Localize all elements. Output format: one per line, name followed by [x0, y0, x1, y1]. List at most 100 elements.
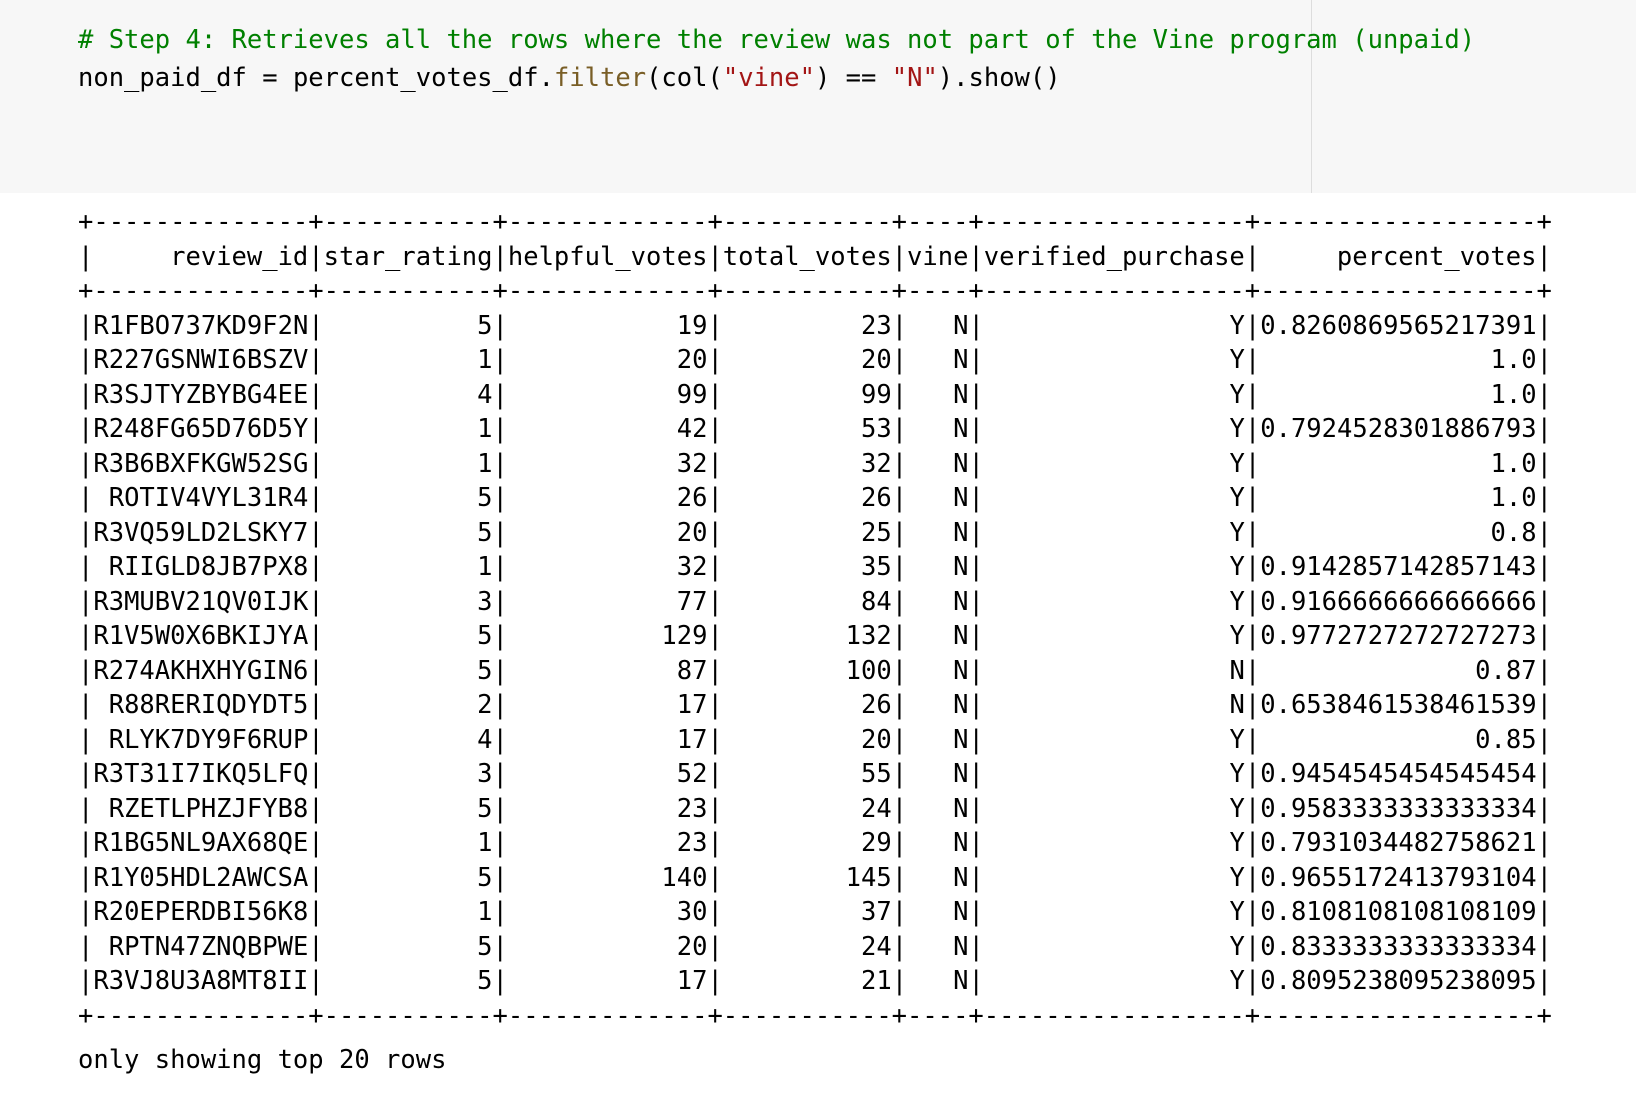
table-cell-star-rating: 1 — [323, 897, 493, 927]
table-cell-star-rating: 3 — [323, 586, 493, 617]
table-row: |R1Y05HDL2AWCSA| 5| 140| 145| N| Y|0.965… — [78, 862, 1552, 893]
table-cell-review-id: R20EPERDBI56K8 — [93, 897, 309, 927]
table-cell-vine: N — [907, 414, 969, 444]
table-cell-percent-votes: 1.0 — [1260, 448, 1537, 479]
table-cell-star-rating: 1 — [323, 552, 493, 582]
table-cell-verified-purchase: Y — [983, 828, 1245, 858]
table-cell-vine: N — [907, 862, 969, 893]
table-cell-star-rating: 5 — [323, 310, 493, 341]
table-row: |R227GSNWI6BSZV| 1| 20| 20| N| Y| 1.0| — [78, 345, 1552, 375]
table-cell-vine: N — [907, 897, 969, 927]
table-cell-vine: N — [907, 828, 969, 858]
table-cell-review-id: R88RERIQDYDT5 — [93, 690, 309, 720]
table-cell-verified-purchase: Y — [983, 862, 1245, 893]
table-cell-percent-votes: 1.0 — [1260, 379, 1537, 410]
table-cell-review-id: RPTN47ZNQBPWE — [93, 931, 309, 962]
table-row: | ROTIV4VYL31R4| 5| 26| 26| N| Y| 1.0| — [78, 483, 1552, 513]
table-cell-review-id: R3VJ8U3A8MT8II — [93, 966, 309, 996]
table-cell-vine: N — [907, 621, 969, 651]
table-row: | RIIGLD8JB7PX8| 1| 32| 35| N| Y|0.91428… — [78, 552, 1552, 582]
table-cell-percent-votes: 0.9583333333333334 — [1260, 793, 1537, 824]
table-cell-vine: N — [907, 379, 969, 410]
table-cell-helpful-votes: 17 — [507, 966, 708, 996]
table-cell-helpful-votes: 17 — [507, 724, 708, 755]
table-row: |R1FBO737KD9F2N| 5| 19| 23| N| Y|0.82608… — [78, 310, 1552, 341]
table-cell-star-rating: 5 — [323, 793, 493, 824]
table-cell-vine: N — [907, 310, 969, 341]
code-method: filter — [553, 63, 647, 93]
code-object: percent_votes_df. — [292, 63, 554, 93]
table-cell-review-id: R3MUBV21QV0IJK — [93, 586, 309, 617]
table-cell-percent-votes: 0.8095238095238095 — [1260, 966, 1537, 996]
table-cell-percent-votes: 0.8108108108108109 — [1260, 897, 1537, 927]
table-cell-vine: N — [907, 345, 969, 375]
table-cell-total-votes: 20 — [722, 724, 892, 755]
table-row: |R1V5W0X6BKIJYA| 5| 129| 132| N| Y|0.977… — [78, 621, 1552, 651]
table-cell-total-votes: 26 — [722, 690, 892, 720]
table-cell-percent-votes: 0.9772727272727273 — [1260, 621, 1537, 651]
code-string-vine: "vine" — [722, 63, 815, 93]
table-cell-verified-purchase: Y — [983, 621, 1245, 651]
table-cell-helpful-votes: 23 — [507, 793, 708, 824]
table-cell-helpful-votes: 77 — [507, 586, 708, 617]
table-cell-verified-purchase: Y — [983, 759, 1245, 789]
table-cell-total-votes: 32 — [722, 448, 892, 479]
table-cell-verified-purchase: Y — [983, 724, 1245, 755]
table-cell-percent-votes: 0.8333333333333334 — [1260, 931, 1537, 962]
table-row: |R3B6BXFKGW52SG| 1| 32| 32| N| Y| 1.0| — [78, 448, 1552, 479]
table-cell-helpful-votes: 20 — [507, 517, 708, 548]
table-cell-helpful-votes: 23 — [507, 828, 708, 858]
table-cell-verified-purchase: Y — [983, 448, 1245, 479]
table-cell-star-rating: 5 — [323, 655, 493, 686]
table-row: | RZETLPHZJFYB8| 5| 23| 24| N| Y|0.95833… — [78, 793, 1552, 824]
code-comment-line: # Step 4: Retrieves all the rows where t… — [78, 21, 1475, 59]
table-cell-verified-purchase: N — [983, 655, 1245, 686]
table-cell-verified-purchase: Y — [983, 552, 1245, 582]
table-cell-total-votes: 35 — [722, 552, 892, 582]
table-cell-percent-votes: 0.7924528301886793 — [1260, 414, 1537, 444]
table-cell-verified-purchase: Y — [983, 345, 1245, 375]
table-cell-helpful-votes: 17 — [507, 690, 708, 720]
table-cell-star-rating: 5 — [323, 621, 493, 651]
table-cell-helpful-votes: 32 — [507, 448, 708, 479]
table-cell-review-id: R1V5W0X6BKIJYA — [93, 621, 309, 651]
table-cell-star-rating: 1 — [323, 448, 493, 479]
code-cell[interactable]: # Step 4: Retrieves all the rows where t… — [0, 0, 1636, 193]
table-cell-helpful-votes: 52 — [507, 759, 708, 789]
table-cell-helpful-votes: 30 — [507, 897, 708, 927]
table-cell-star-rating: 5 — [323, 517, 493, 548]
table-cell-vine: N — [907, 517, 969, 548]
table-cell-percent-votes: 0.85 — [1260, 724, 1537, 755]
code-open: (col( — [646, 63, 723, 93]
table-cell-percent-votes: 0.9454545454545454 — [1260, 759, 1537, 789]
table-cell-verified-purchase: Y — [983, 793, 1245, 824]
table-cell-review-id: R1FBO737KD9F2N — [93, 310, 309, 341]
table-cell-vine: N — [907, 448, 969, 479]
table-cell-total-votes: 21 — [722, 966, 892, 996]
table-cell-star-rating: 5 — [323, 483, 493, 513]
table-cell-helpful-votes: 129 — [507, 621, 708, 651]
table-cell-percent-votes: 0.8260869565217391 — [1260, 310, 1537, 341]
table-cell-review-id: R3B6BXFKGW52SG — [93, 448, 309, 479]
table-cell-total-votes: 53 — [722, 414, 892, 444]
table-cell-helpful-votes: 87 — [507, 655, 708, 686]
table-border-top: +--------------+-----------+------------… — [78, 207, 1552, 237]
table-cell-vine: N — [907, 966, 969, 996]
table-cell-total-votes: 24 — [722, 931, 892, 962]
table-border-bottom: +--------------+-----------+------------… — [78, 1000, 1552, 1031]
table-cell-star-rating: 1 — [323, 828, 493, 858]
table-row: |R3MUBV21QV0IJK| 3| 77| 84| N| Y|0.91666… — [78, 586, 1552, 617]
table-row: |R3VJ8U3A8MT8II| 5| 17| 21| N| Y|0.80952… — [78, 966, 1552, 996]
table-cell-vine: N — [907, 759, 969, 789]
table-cell-total-votes: 55 — [722, 759, 892, 789]
table-cell-star-rating: 1 — [323, 345, 493, 375]
table-cell-review-id: R3SJTYZBYBG4EE — [93, 379, 309, 410]
table-cell-star-rating: 5 — [323, 931, 493, 962]
table-cell-verified-purchase: Y — [983, 897, 1245, 927]
table-cell-review-id: R274AKHXHYGIN6 — [93, 655, 309, 686]
table-cell-vine: N — [907, 655, 969, 686]
table-border-mid: +--------------+-----------+------------… — [78, 276, 1552, 306]
table-cell-vine: N — [907, 793, 969, 824]
table-cell-star-rating: 4 — [323, 379, 493, 410]
table-cell-review-id: ROTIV4VYL31R4 — [93, 483, 309, 513]
